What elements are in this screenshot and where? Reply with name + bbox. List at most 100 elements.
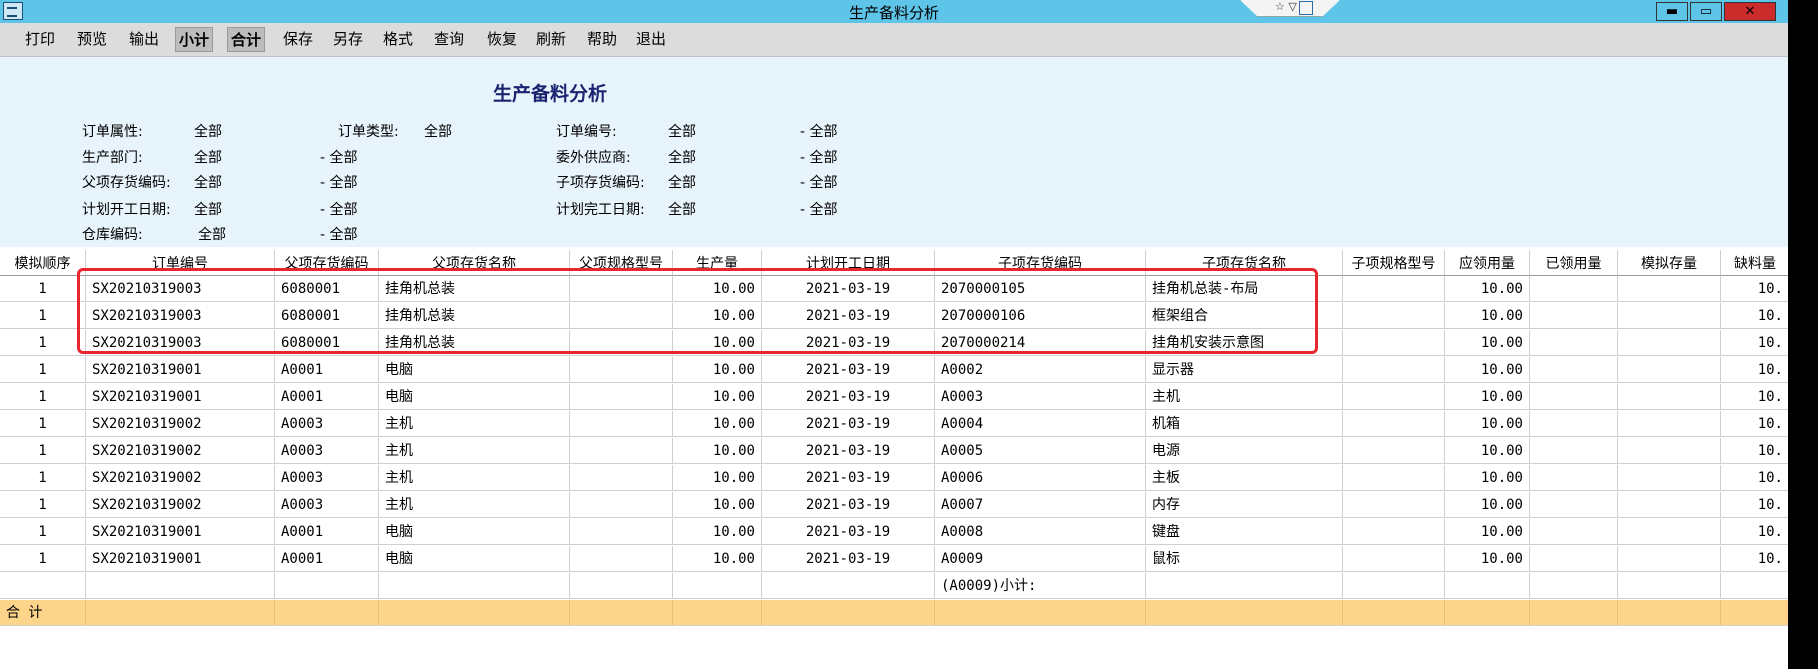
table-cell: 10. bbox=[1721, 276, 1788, 302]
toolbar-button-0[interactable]: 打印 bbox=[22, 27, 58, 52]
table-cell: 1 bbox=[0, 330, 86, 356]
table-cell: 10.00 bbox=[673, 357, 762, 383]
table-cell: 键盘 bbox=[1146, 519, 1343, 545]
table-cell: 2021-03-19 bbox=[762, 357, 935, 383]
title-bar[interactable]: 生产备料分析 ☆ ▽ ▬ ▭ ✕ bbox=[0, 0, 1788, 23]
table-cell: 10. bbox=[1721, 384, 1788, 410]
table-cell: 电脑 bbox=[379, 546, 570, 572]
table-cell: A0008 bbox=[935, 519, 1146, 545]
toolbar-button-1[interactable]: 预览 bbox=[74, 27, 110, 52]
table-cell: SX20210319003 bbox=[86, 330, 275, 356]
table-row[interactable]: 1 SX20210319001 A0001 电脑 10.00 2021-03-19 A000… bbox=[0, 546, 1788, 573]
table-row[interactable]: 1 SX20210319002 A0003 主机 10.00 2021-03-19 A000… bbox=[0, 492, 1788, 519]
table-cell: 主机 bbox=[379, 411, 570, 437]
table-cell bbox=[1618, 465, 1721, 491]
table-cell bbox=[570, 600, 673, 626]
filter-label: 父项存货编码: bbox=[82, 175, 171, 191]
table-row[interactable]: 1 SX20210319001 A0001 电脑 10.00 2021-03-19 A000… bbox=[0, 357, 1788, 384]
table-cell bbox=[1721, 600, 1788, 626]
filter-label: 子项存货编码: bbox=[556, 175, 645, 191]
table-cell bbox=[1618, 411, 1721, 437]
filter-range-to: - 全部 bbox=[320, 175, 358, 191]
minimize-button[interactable]: ▬ bbox=[1656, 2, 1688, 21]
filter-range-to: - 全部 bbox=[320, 227, 358, 243]
table-row[interactable]: 1 SX20210319002 A0003 主机 10.00 2021-03-19 A000… bbox=[0, 411, 1788, 438]
table-cell: 10.00 bbox=[673, 438, 762, 464]
table-cell: 1 bbox=[0, 519, 86, 545]
table-cell bbox=[1343, 600, 1445, 626]
table-cell bbox=[1343, 357, 1445, 383]
column-header: 父项存货名称 bbox=[379, 250, 570, 276]
table-row[interactable]: 1 SX20210319002 A0003 主机 10.00 2021-03-19 A000… bbox=[0, 438, 1788, 465]
table-cell: 6080001 bbox=[275, 276, 379, 302]
toolbar: 打印 预览 输出 小计 合计 保存 另存 格式 查询 恢复 刷新 帮助 退出 bbox=[0, 23, 1788, 57]
table-cell bbox=[86, 600, 275, 626]
table-cell: SX20210319002 bbox=[86, 465, 275, 491]
table-cell bbox=[1343, 384, 1445, 410]
table-cell: SX20210319002 bbox=[86, 411, 275, 437]
toolbar-button-4[interactable]: 合计 bbox=[227, 27, 266, 52]
toolbar-button-8[interactable]: 查询 bbox=[431, 27, 467, 52]
table-cell bbox=[1530, 600, 1618, 626]
toolbar-button-12[interactable]: 退出 bbox=[633, 27, 669, 52]
table-cell: 10.00 bbox=[1445, 384, 1530, 410]
toolbar-button-11[interactable]: 帮助 bbox=[584, 27, 620, 52]
table-row[interactable]: 1 SX20210319001 A0001 电脑 10.00 2021-03-19 A000… bbox=[0, 384, 1788, 411]
table-cell: 10. bbox=[1721, 492, 1788, 518]
table-cell: 10. bbox=[1721, 303, 1788, 329]
table-cell: 10.00 bbox=[673, 492, 762, 518]
table-cell bbox=[1618, 600, 1721, 626]
table-cell bbox=[570, 492, 673, 518]
table-cell bbox=[1530, 303, 1618, 329]
table-cell: 显示器 bbox=[1146, 357, 1343, 383]
table-cell bbox=[275, 600, 379, 626]
window-title: 生产备料分析 bbox=[848, 4, 939, 22]
maximize-button[interactable]: ▭ bbox=[1690, 2, 1722, 21]
grid-icon bbox=[1299, 1, 1313, 15]
toolbar-button-2[interactable]: 输出 bbox=[126, 27, 162, 52]
filter-value: 全部 bbox=[194, 124, 222, 140]
table-cell: 挂角机安装示意图 bbox=[1146, 330, 1343, 356]
table-cell: A0003 bbox=[275, 465, 379, 491]
subtotal-row[interactable]: (A0009)小计: bbox=[0, 573, 1788, 600]
table-cell: 主板 bbox=[1146, 465, 1343, 491]
column-header: 子项规格型号 bbox=[1343, 250, 1445, 276]
table-cell bbox=[1530, 492, 1618, 518]
table-cell bbox=[1618, 330, 1721, 356]
table-cell: SX20210319002 bbox=[86, 492, 275, 518]
table-cell bbox=[1343, 546, 1445, 572]
table-header[interactable]: 模拟顺序 订单编号 父项存货编码 父项存货名称 父项规格型号 生产量 计划开工日期 子项存货编… bbox=[0, 250, 1788, 277]
toolbar-button-10[interactable]: 刷新 bbox=[533, 27, 569, 52]
table-cell bbox=[1721, 573, 1788, 599]
toolbar-button-5[interactable]: 保存 bbox=[280, 27, 316, 52]
toolbar-button-9[interactable]: 恢复 bbox=[484, 27, 520, 52]
toolbar-button-3[interactable]: 小计 bbox=[175, 27, 214, 52]
table-cell bbox=[1530, 573, 1618, 599]
table-cell bbox=[86, 573, 275, 599]
close-button[interactable]: ✕ bbox=[1724, 2, 1776, 21]
table-row[interactable]: 1 SX20210319003 6080001 挂角机总装 10.00 2021-03-1… bbox=[0, 303, 1788, 330]
filter-range-to: - 全部 bbox=[800, 202, 838, 218]
table-cell bbox=[1530, 519, 1618, 545]
table-row[interactable]: 1 SX20210319003 6080001 挂角机总装 10.00 2021-03-1… bbox=[0, 276, 1788, 303]
table-cell bbox=[570, 411, 673, 437]
toolbar-button-7[interactable]: 格式 bbox=[380, 27, 416, 52]
table-cell: A0002 bbox=[935, 357, 1146, 383]
table-cell: A0006 bbox=[935, 465, 1146, 491]
filter-range-to: - 全部 bbox=[320, 202, 358, 218]
table-cell: 2021-03-19 bbox=[762, 330, 935, 356]
table-cell: 10.00 bbox=[673, 276, 762, 302]
total-row[interactable]: 合 计 bbox=[0, 600, 1788, 627]
table-cell bbox=[1618, 357, 1721, 383]
toolbar-button-6[interactable]: 另存 bbox=[330, 27, 366, 52]
table-cell: A0001 bbox=[275, 357, 379, 383]
table-row[interactable]: 1 SX20210319002 A0003 主机 10.00 2021-03-19 A000… bbox=[0, 465, 1788, 492]
table-cell: 2021-03-19 bbox=[762, 276, 935, 302]
table-row[interactable]: 1 SX20210319001 A0001 电脑 10.00 2021-03-19 A000… bbox=[0, 519, 1788, 546]
table-cell: 1 bbox=[0, 276, 86, 302]
filter-value: 全部 bbox=[194, 150, 222, 166]
column-header: 子项存货名称 bbox=[1146, 250, 1343, 276]
table-cell bbox=[570, 519, 673, 545]
table-cell: 1 bbox=[0, 492, 86, 518]
table-row[interactable]: 1 SX20210319003 6080001 挂角机总装 10.00 2021-03-1… bbox=[0, 330, 1788, 357]
